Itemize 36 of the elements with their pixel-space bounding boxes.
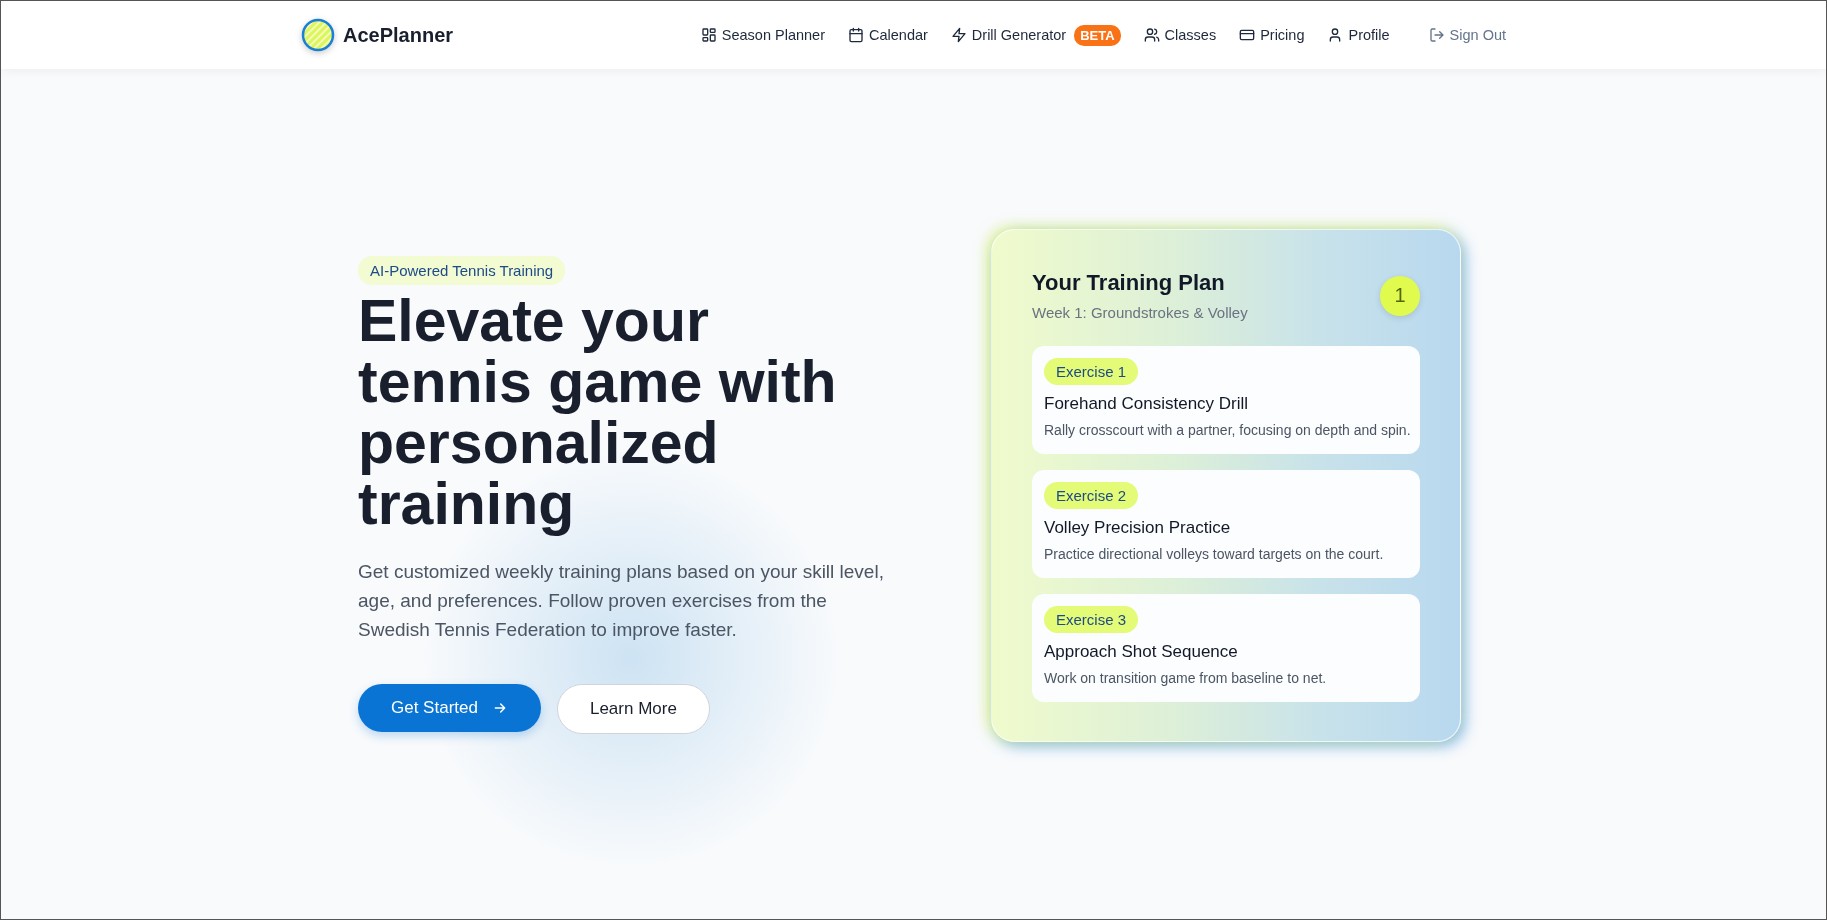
sign-out-link[interactable]: Sign Out bbox=[1428, 27, 1506, 43]
grid-icon bbox=[700, 27, 717, 43]
calendar-icon bbox=[848, 27, 864, 43]
exercise-description: Practice directional volleys toward targets on the court. bbox=[1044, 545, 1385, 562]
nav-link[interactable]: Pricing bbox=[1239, 27, 1305, 43]
users-icon bbox=[1143, 27, 1160, 43]
exercise-card[interactable]: Exercise 3 Approach Shot Sequence Work on transition game from baseline to net. bbox=[1032, 593, 1420, 702]
exercise-card[interactable]: Exercise 1 Forehand Consistency Drill Rally crosscourt with a partner, focusing on depth and spin. bbox=[1032, 345, 1420, 454]
exercise-tag: Exercise 1 bbox=[1044, 357, 1139, 385]
hero-description: Get customized weekly training plans based on your skill level, age, and preferences. Follow proven exercises from the Swedish Tennis Federation to improve faster. bbox=[358, 560, 885, 642]
exercise-description: Rally crosscourt with a partner, focusing on depth and spin. bbox=[1044, 421, 1408, 438]
card-subtitle: Week 1: Groundstrokes & Volley bbox=[1032, 303, 1248, 321]
logout-icon bbox=[1428, 27, 1445, 43]
lightning-icon bbox=[950, 27, 967, 43]
week-number-badge: 1 bbox=[1380, 275, 1420, 316]
exercise-description: Work on transition game from baseline to net. bbox=[1044, 669, 1328, 686]
hero-heading: Elevate your tennis game with personalized training bbox=[358, 291, 838, 535]
nav-link[interactable]: Calendar bbox=[848, 27, 928, 43]
exercise-title: Volley Precision Practice bbox=[1044, 517, 1232, 538]
get-started-button[interactable]: Get Started bbox=[358, 684, 541, 732]
nav-link[interactable]: Drill Generator BETA bbox=[950, 24, 1121, 46]
nav-link[interactable]: Profile bbox=[1327, 27, 1390, 43]
learn-more-button[interactable]: Learn More bbox=[556, 684, 710, 734]
tennis-ball-logo-icon[interactable] bbox=[301, 18, 335, 52]
exercise-title: Approach Shot Sequence bbox=[1044, 641, 1239, 662]
exercise-tag: Exercise 2 bbox=[1044, 481, 1139, 509]
brand-name[interactable]: AcePlanner bbox=[343, 23, 454, 47]
tagline-pill: AI-Powered Tennis Training bbox=[358, 256, 566, 285]
exercise-card[interactable]: Exercise 2 Volley Precision Practice Practice directional volleys toward targets on the court. bbox=[1032, 469, 1420, 578]
nav-link[interactable]: Season Planner bbox=[700, 27, 825, 43]
credit-card-icon bbox=[1239, 27, 1256, 43]
exercise-title: Forehand Consistency Drill bbox=[1044, 393, 1250, 414]
nav-link[interactable]: Classes bbox=[1143, 27, 1217, 43]
card-title: Your Training Plan bbox=[1032, 269, 1226, 296]
exercise-tag: Exercise 3 bbox=[1044, 605, 1139, 633]
beta-badge: BETA bbox=[1074, 24, 1121, 46]
